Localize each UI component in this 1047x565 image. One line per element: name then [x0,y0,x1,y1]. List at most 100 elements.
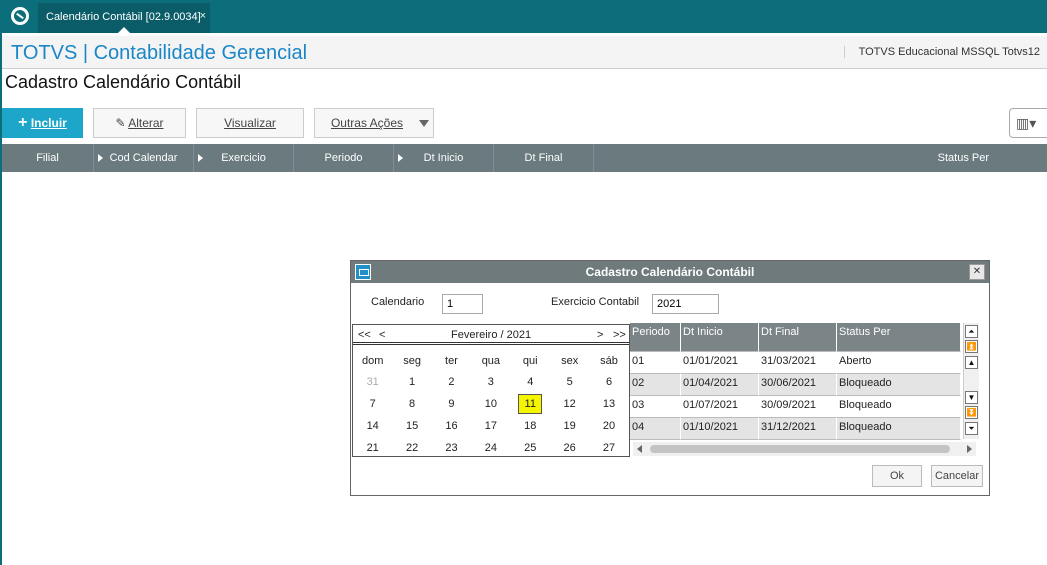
calendar-week-row: 7 8 9 10 11 12 13 [353,393,629,415]
calendar-day-label: 18 [524,420,537,432]
calendar-day[interactable]: 15 [392,420,431,432]
periods-column-header[interactable]: Status Per [837,323,961,352]
calendar-day[interactable]: 25 [511,442,550,454]
dialog-title-bar[interactable]: Cadastro Calendário Contábil ✕ [351,261,989,283]
column-header-exercicio[interactable]: Exercicio [194,144,294,172]
totvs-logo-icon[interactable] [11,7,29,25]
scroll-left-icon[interactable] [637,445,642,453]
periods-cell: 01/01/2021 [681,352,759,374]
periods-header-row: Periodo Dt Inicio Dt Final Status Per [630,323,962,352]
calendar-day-label: 26 [563,442,576,454]
periods-column-header[interactable]: Dt Final [759,323,837,352]
calendar-day[interactable]: 12 [550,398,589,410]
calendar-day[interactable]: 31 [353,376,392,388]
vertical-scrollbar[interactable]: ⏶ ⏫ ▲ ▼ ⏬ ⏷ [963,323,979,439]
next-year-button[interactable]: >> [613,329,626,341]
calendar-day[interactable]: 9 [432,398,471,410]
calendar-day[interactable]: 1 [392,376,431,388]
calendar-day[interactable]: 8 [392,398,431,410]
alterar-button[interactable]: ✎ Alterar [93,108,186,138]
calendar-day-selected[interactable]: 11 [511,394,550,414]
ok-button[interactable]: Ok [872,465,922,487]
column-header-dt-inicio[interactable]: Dt Inicio [394,144,494,172]
calendar-day[interactable]: 18 [511,420,550,432]
calendar-day[interactable]: 7 [353,398,392,410]
cadastro-calendario-dialog: Cadastro Calendário Contábil ✕ Calendari… [350,260,990,496]
exercicio-contabil-input[interactable] [652,294,719,314]
calendar-day[interactable]: 16 [432,420,471,432]
column-config-button[interactable]: ▥▾ [1009,108,1047,138]
horizontal-scrollbar[interactable] [633,442,976,456]
calendar-day-label: 25 [524,442,537,454]
periods-row[interactable]: 03 01/07/2021 30/09/2021 Bloqueado [630,396,962,418]
periods-cell: 30/09/2021 [759,396,837,418]
calendar-day[interactable]: 10 [471,398,510,410]
scroll-down-icon[interactable]: ▼ [965,391,978,404]
calendar-day-label: 10 [484,398,497,410]
column-header-dt-final[interactable]: Dt Final [494,144,594,172]
column-header-cod-calendar[interactable]: Cod Calendar [94,144,194,172]
calendar-month-label: Fevereiro / 2021 [451,329,532,341]
calendar-day[interactable]: 6 [589,376,628,388]
calendar-day[interactable]: 20 [589,420,628,432]
calendar-day[interactable]: 21 [353,442,392,454]
column-header-status-per[interactable]: Status Per [594,144,1047,172]
calendar-day[interactable]: 5 [550,376,589,388]
periods-row[interactable]: 04 01/10/2021 31/12/2021 Bloqueado [630,418,962,440]
calendar-week-row: 31 1 2 3 4 5 6 [353,371,629,393]
calendar-week-row: 14 15 16 17 18 19 20 [353,415,629,437]
calendar-week-row: 21 22 23 24 25 26 27 [353,437,629,456]
cancelar-button[interactable]: Cancelar [931,465,983,487]
scroll-bottom-icon[interactable]: ⏷ [965,422,978,435]
column-header-filial[interactable]: Filial [2,144,94,172]
prev-year-button[interactable]: << [358,329,371,341]
scroll-right-icon[interactable] [967,445,972,453]
periods-cell: 04 [630,418,681,440]
alterar-label: Alterar [128,116,164,130]
periods-column-header[interactable]: Periodo [630,323,681,352]
incluir-button[interactable]: + Incluir [2,108,83,138]
sort-arrow-icon [398,154,403,162]
calendar-day-label: 11 [518,394,543,414]
scroll-page-up-icon[interactable]: ⏫ [965,340,978,353]
periods-grid: Periodo Dt Inicio Dt Final Status Per 01 01/0… [630,323,962,440]
calendar-day[interactable]: 4 [511,376,550,388]
calendar-day-label: 14 [366,420,379,432]
calendar-day-label: 12 [563,398,576,410]
tab-close-icon[interactable]: × [200,10,206,22]
scroll-thumb[interactable] [650,445,950,453]
outras-acoes-button[interactable]: Outras Ações [314,108,434,138]
scroll-up-icon[interactable]: ▲ [965,356,978,369]
column-header-periodo[interactable]: Periodo [294,144,394,172]
calendar-day[interactable]: 26 [550,442,589,454]
calendar-day[interactable]: 13 [589,398,628,410]
calendar-day[interactable]: 24 [471,442,510,454]
scroll-top-icon[interactable]: ⏶ [965,325,978,338]
calendar-day[interactable]: 19 [550,420,589,432]
scroll-page-down-icon[interactable]: ⏬ [965,406,978,419]
page-title: Cadastro Calendário Contábil [5,72,242,92]
next-month-button[interactable]: > [597,329,603,341]
dialog-title: Cadastro Calendário Contábil [585,265,755,279]
calendar-day[interactable]: 3 [471,376,510,388]
calendario-input[interactable] [442,294,483,314]
periods-column-header[interactable]: Dt Inicio [681,323,759,352]
calendar-day[interactable]: 17 [471,420,510,432]
calendar-day-label: 21 [366,442,379,454]
calendar-day[interactable]: 14 [353,420,392,432]
calendar-day[interactable]: 2 [432,376,471,388]
visualizar-button[interactable]: Visualizar [196,108,304,138]
tab-calendario-contabil[interactable]: Calendário Contábil [02.9.0034] × [38,3,210,33]
calendar-day-label: 4 [527,376,534,388]
calendar-day[interactable]: 22 [392,442,431,454]
periods-cell: 01/04/2021 [681,374,759,396]
periods-row[interactable]: 01 01/01/2021 31/03/2021 Aberto [630,352,962,374]
periods-cell: Bloqueado [837,418,961,440]
incluir-label: Incluir [30,116,67,130]
calendar-day-label: 8 [409,398,416,410]
periods-row[interactable]: 02 01/04/2021 30/06/2021 Bloqueado [630,374,962,396]
prev-month-button[interactable]: < [379,329,385,341]
close-icon[interactable]: ✕ [969,264,985,280]
calendar-day[interactable]: 23 [432,442,471,454]
calendar-day[interactable]: 27 [589,442,628,454]
